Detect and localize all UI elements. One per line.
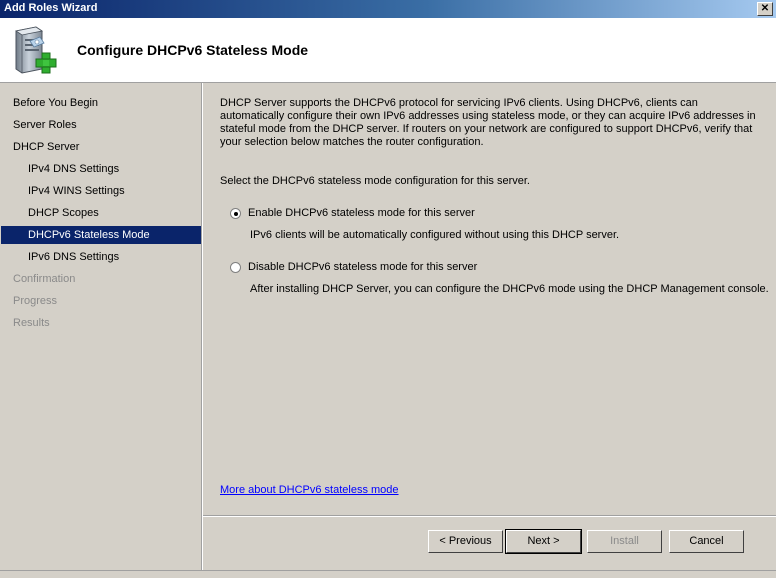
nav-step-label: Before You Begin — [13, 97, 99, 109]
intro-text: DHCP Server supports the DHCPv6 protocol… — [220, 97, 756, 148]
more-about-link[interactable]: More about DHCPv6 stateless mode — [220, 484, 399, 496]
nav-step-label: Server Roles — [13, 119, 77, 131]
disable-stateless-label[interactable]: Disable DHCPv6 stateless mode for this s… — [248, 261, 477, 273]
title-bar[interactable]: Add Roles Wizard ✕ — [0, 0, 776, 18]
enable-stateless-description: IPv6 clients will be automatically confi… — [250, 229, 620, 241]
install-button[interactable]: Install — [587, 530, 662, 553]
instruction-text: Select the DHCPv6 stateless mode configu… — [220, 175, 530, 187]
nav-step-label: Progress — [13, 295, 58, 307]
nav-step-progress[interactable]: Progress — [1, 292, 201, 310]
nav-step-label: DHCP Server — [13, 141, 80, 153]
nav-step-dhcp-server[interactable]: DHCP Server — [1, 138, 201, 156]
nav-step-dhcp-scopes[interactable]: DHCP Scopes — [1, 204, 201, 222]
nav-step-ipv6-dns-settings[interactable]: IPv6 DNS Settings — [1, 248, 201, 266]
wizard-header: Configure DHCPv6 Stateless Mode — [0, 18, 776, 83]
nav-step-label: Confirmation — [13, 273, 76, 285]
button-separator-highlight — [203, 516, 776, 517]
nav-step-confirmation[interactable]: Confirmation — [1, 270, 201, 288]
nav-step-label: Results — [13, 317, 50, 329]
nav-step-results[interactable]: Results — [1, 314, 201, 332]
previous-button[interactable]: < Previous — [428, 530, 503, 553]
nav-step-ipv4-dns-settings[interactable]: IPv4 DNS Settings — [1, 160, 201, 178]
next-button[interactable]: Next > — [505, 529, 582, 554]
page-title: Configure DHCPv6 Stateless Mode — [77, 42, 309, 58]
nav-step-before-you-begin[interactable]: Before You Begin — [1, 94, 201, 112]
wizard-content: DHCP Server supports the DHCPv6 protocol… — [203, 83, 776, 515]
enable-stateless-radio[interactable] — [230, 208, 241, 219]
nav-step-label: DHCPv6 Stateless Mode — [28, 229, 150, 241]
enable-stateless-label[interactable]: Enable DHCPv6 stateless mode for this se… — [248, 207, 475, 219]
window-title: Add Roles Wizard — [4, 2, 98, 14]
add-roles-wizard-window: Add Roles Wizard ✕ Configure DHCPv6 Stat… — [0, 0, 776, 578]
nav-step-label: DHCP Scopes — [28, 207, 99, 219]
nav-step-label: IPv6 DNS Settings — [28, 251, 120, 263]
nav-step-label: IPv4 WINS Settings — [28, 185, 125, 197]
close-icon[interactable]: ✕ — [757, 2, 773, 16]
nav-step-label: IPv4 DNS Settings — [28, 163, 120, 175]
disable-stateless-radio[interactable] — [230, 262, 241, 273]
nav-step-dhcpv6-stateless-mode[interactable]: DHCPv6 Stateless Mode — [1, 226, 201, 244]
nav-step-server-roles[interactable]: Server Roles — [1, 116, 201, 134]
cancel-button[interactable]: Cancel — [669, 530, 744, 553]
server-add-icon — [14, 26, 57, 74]
disable-stateless-description: After installing DHCP Server, you can co… — [250, 283, 769, 295]
nav-step-ipv4-wins-settings[interactable]: IPv4 WINS Settings — [1, 182, 201, 200]
